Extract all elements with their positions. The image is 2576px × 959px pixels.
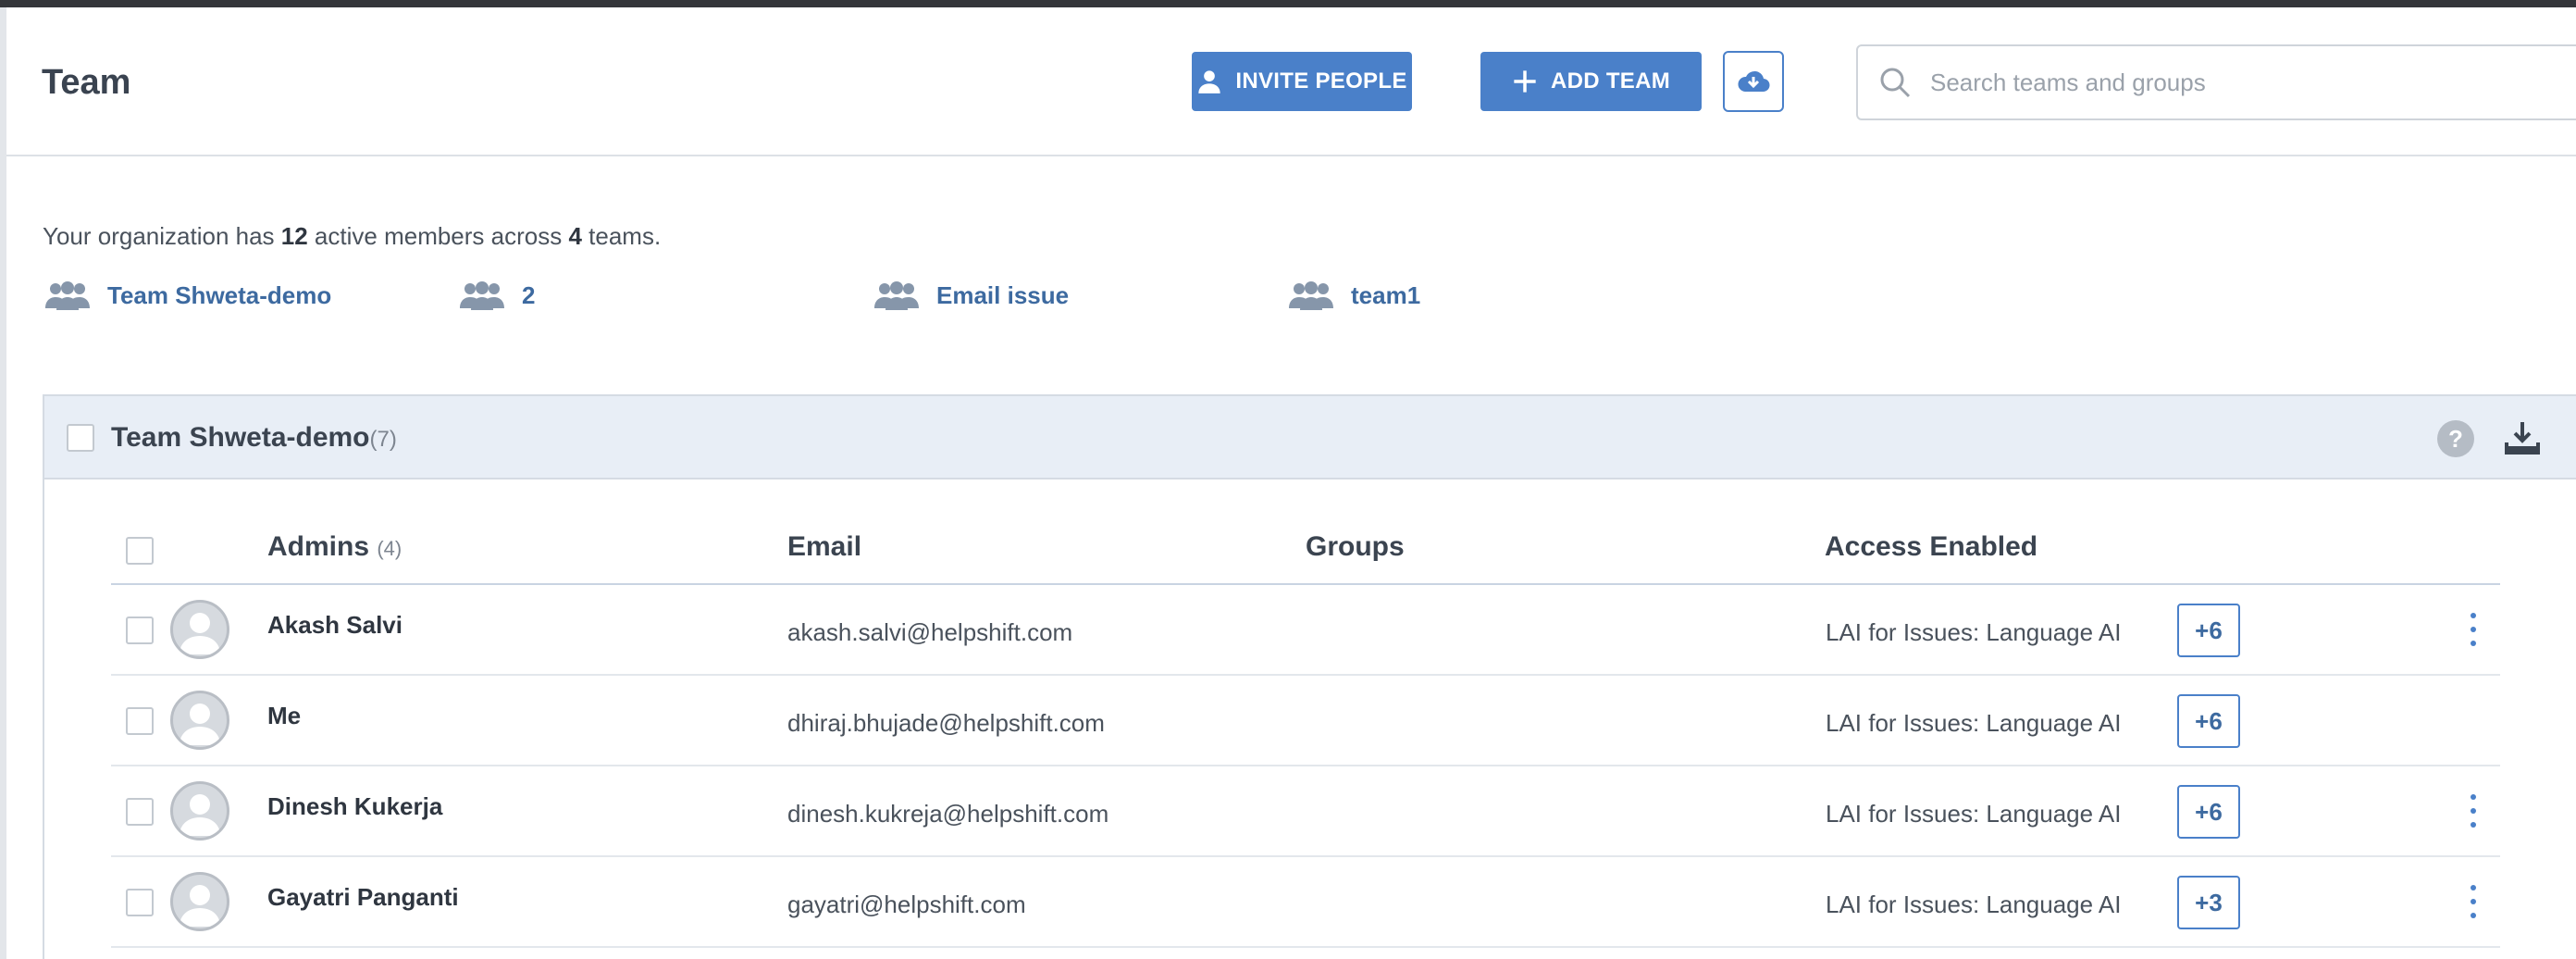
team-link-label: Team Shweta-demo	[107, 280, 332, 309]
page-header: Team INVITE PEOPLE ADD TEAM	[6, 7, 2576, 156]
more-access-button[interactable]: +6	[2177, 694, 2240, 748]
default-avatar-icon	[180, 794, 220, 836]
team-icon	[1289, 281, 1333, 310]
invite-people-button[interactable]: INVITE PEOPLE	[1192, 52, 1412, 111]
select-all-checkbox[interactable]	[126, 537, 154, 565]
row-checkbox[interactable]	[126, 798, 154, 826]
add-team-button[interactable]: ADD TEAM	[1480, 52, 1702, 111]
member-name[interactable]: Me	[267, 702, 301, 730]
member-access: LAI for Issues: Language AI	[1826, 800, 2122, 828]
col-header-groups[interactable]: Groups	[1306, 531, 1405, 563]
summary-middle: active members across	[307, 222, 569, 250]
member-email: akash.salvi@helpshift.com	[787, 618, 1073, 646]
invite-people-label: INVITE PEOPLE	[1235, 68, 1407, 93]
top-bar	[0, 0, 2576, 7]
more-access-button[interactable]: +3	[2177, 876, 2240, 929]
member-access: LAI for Issues: Language AI	[1826, 709, 2122, 737]
avatar	[170, 872, 229, 931]
team-panel: Team Shweta-demo(7) ? Admins (4) Email G…	[43, 394, 2576, 959]
team-link-label: 2	[522, 280, 536, 309]
team-link-email-issue[interactable]: Email issue	[873, 280, 1069, 311]
page-title: Team	[42, 63, 131, 102]
team-icon	[460, 281, 504, 310]
team-count: 4	[568, 222, 582, 250]
plus-icon	[1514, 70, 1536, 93]
row-menu-icon[interactable]	[2464, 885, 2483, 918]
table-row: Akash Salvi akash.salvi@helpshift.com LA…	[111, 585, 2500, 676]
org-summary: Your organization has 12 active members …	[43, 222, 661, 251]
left-edge	[0, 7, 6, 959]
col-header-access[interactable]: Access Enabled	[1825, 531, 2037, 563]
team-link-team1[interactable]: team1	[1288, 280, 1420, 311]
team-link-label: Email issue	[936, 280, 1070, 309]
avatar	[170, 691, 229, 750]
admins-count: (4)	[377, 537, 402, 560]
team-member-count: (7)	[369, 427, 397, 452]
avatar	[170, 781, 229, 841]
team-panel-title: Team Shweta-demo(7)	[111, 422, 397, 454]
person-icon	[1198, 70, 1221, 93]
member-access: LAI for Issues: Language AI	[1826, 890, 2122, 918]
member-email: dinesh.kukreja@helpshift.com	[787, 800, 1109, 828]
cloud-download-icon	[1738, 70, 1770, 93]
table-row: Me dhiraj.bhujade@helpshift.com LAI for …	[111, 676, 2500, 766]
cloud-download-button[interactable]	[1723, 51, 1784, 112]
member-count: 12	[280, 222, 308, 250]
avatar	[170, 600, 229, 659]
search-input[interactable]	[1930, 68, 2485, 97]
summary-prefix: Your organization has	[43, 222, 281, 250]
row-checkbox[interactable]	[126, 889, 154, 916]
row-menu-icon[interactable]	[2464, 613, 2483, 646]
more-access-button[interactable]: +6	[2177, 785, 2240, 839]
member-name[interactable]: Dinesh Kukerja	[267, 792, 442, 821]
default-avatar-icon	[180, 704, 220, 745]
search-icon	[1880, 68, 1911, 98]
help-icon[interactable]: ?	[2437, 420, 2474, 457]
default-avatar-icon	[180, 613, 220, 654]
team-panel-header: Team Shweta-demo(7) ?	[44, 396, 2576, 480]
member-email: gayatri@helpshift.com	[787, 890, 1026, 918]
table-row: Dinesh Kukerja dinesh.kukreja@helpshift.…	[111, 766, 2500, 857]
add-team-label: ADD TEAM	[1550, 68, 1671, 93]
team-icon	[874, 281, 919, 310]
admins-header-label: Admins	[267, 531, 370, 562]
member-access: LAI for Issues: Language AI	[1826, 618, 2122, 646]
team-name: Team Shweta-demo	[111, 422, 370, 453]
select-team-checkbox[interactable]	[67, 424, 94, 452]
row-checkbox[interactable]	[126, 707, 154, 735]
summary-suffix: teams.	[581, 222, 662, 250]
row-menu-icon[interactable]	[2464, 794, 2483, 828]
col-header-email[interactable]: Email	[787, 531, 861, 563]
member-email: dhiraj.bhujade@helpshift.com	[787, 709, 1105, 737]
col-header-admins[interactable]: Admins (4)	[267, 531, 402, 563]
row-checkbox[interactable]	[126, 616, 154, 644]
download-icon[interactable]	[2504, 420, 2541, 455]
search-box[interactable]	[1856, 44, 2576, 120]
team-link-shweta-demo[interactable]: Team Shweta-demo	[44, 280, 331, 311]
team-link-2[interactable]: 2	[459, 280, 535, 311]
member-name[interactable]: Akash Salvi	[267, 611, 402, 640]
more-access-button[interactable]: +6	[2177, 604, 2240, 657]
table-row: Gayatri Panganti gayatri@helpshift.com L…	[111, 857, 2500, 948]
team-icon	[45, 281, 90, 310]
member-name[interactable]: Gayatri Panganti	[267, 883, 459, 912]
default-avatar-icon	[180, 885, 220, 927]
team-link-label: team1	[1351, 280, 1421, 309]
